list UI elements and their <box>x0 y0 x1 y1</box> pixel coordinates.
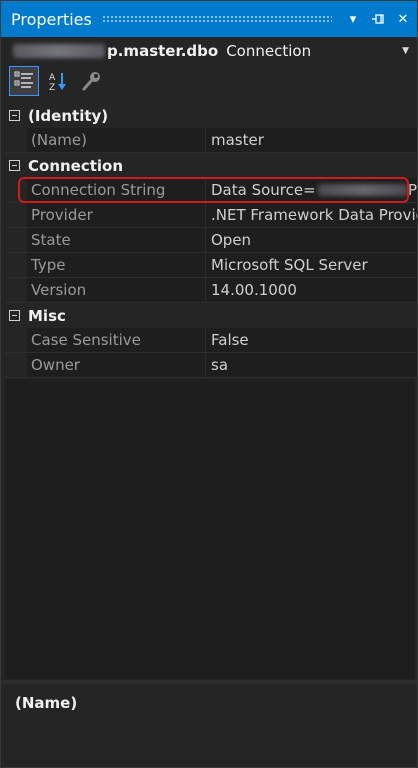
property-name: Case Sensitive <box>27 328 206 352</box>
redacted-server-name <box>13 44 105 58</box>
property-row-connection-string[interactable]: Connection String Data Source= P <box>5 178 417 203</box>
property-name: Connection String <box>27 178 206 202</box>
row-gutter <box>5 128 27 152</box>
close-icon[interactable]: ✕ <box>392 8 414 30</box>
object-name: p.master.dbo <box>107 42 219 60</box>
properties-window: Properties ▾ ✕ p.master.dbo Connection ▼ <box>0 0 418 768</box>
wrench-icon[interactable] <box>77 66 107 96</box>
property-grid: (Identity) (Name) master Connection Conn… <box>5 103 417 378</box>
row-gutter <box>5 228 27 252</box>
description-panel: (Name) <box>5 684 415 764</box>
window-menu-dropdown-icon[interactable]: ▾ <box>342 8 364 30</box>
category-label: (Identity) <box>28 106 109 125</box>
row-gutter <box>5 353 27 377</box>
property-name: Provider <box>27 203 206 227</box>
category-connection[interactable]: Connection <box>5 153 417 178</box>
property-name: (Name) <box>27 128 206 152</box>
grid-empty-area <box>5 379 415 679</box>
property-name: Type <box>27 253 206 277</box>
redacted-data-source <box>317 184 408 196</box>
row-gutter <box>5 328 27 352</box>
row-gutter <box>5 253 27 277</box>
property-value[interactable]: 14.00.1000 <box>206 278 417 302</box>
property-name: Owner <box>27 353 206 377</box>
properties-toolbar: A Z <box>5 65 415 97</box>
property-row-name[interactable]: (Name) master <box>5 128 417 153</box>
property-value[interactable]: sa <box>206 353 417 377</box>
category-label: Misc <box>28 306 66 325</box>
row-gutter <box>5 203 27 227</box>
connection-string-suffix: P <box>407 181 417 199</box>
categorized-view-icon[interactable] <box>9 66 39 96</box>
property-row-owner[interactable]: Owner sa <box>5 353 417 378</box>
chevron-down-icon[interactable]: ▼ <box>402 46 409 56</box>
connection-string-prefix: Data Source= <box>211 181 316 199</box>
svg-text:A: A <box>49 73 56 83</box>
property-value[interactable]: Microsoft SQL Server <box>206 253 417 277</box>
property-row-provider[interactable]: Provider .NET Framework Data Provid <box>5 203 417 228</box>
property-value[interactable]: .NET Framework Data Provid <box>206 203 417 227</box>
category-identity[interactable]: (Identity) <box>5 103 417 128</box>
row-gutter <box>5 278 27 302</box>
property-value[interactable]: Open <box>206 228 417 252</box>
collapse-icon[interactable] <box>9 310 20 321</box>
collapse-icon[interactable] <box>9 110 20 121</box>
property-row-type[interactable]: Type Microsoft SQL Server <box>5 253 417 278</box>
property-row-version[interactable]: Version 14.00.1000 <box>5 278 417 303</box>
property-name: State <box>27 228 206 252</box>
window-title: Properties <box>11 9 92 29</box>
svg-text:Z: Z <box>49 83 55 92</box>
property-name: Version <box>27 278 206 302</box>
property-row-case-sensitive[interactable]: Case Sensitive False <box>5 328 417 353</box>
drag-grip[interactable] <box>101 15 332 23</box>
row-gutter <box>5 178 27 202</box>
property-value[interactable]: False <box>206 328 417 352</box>
collapse-icon[interactable] <box>9 160 20 171</box>
category-label: Connection <box>28 156 124 175</box>
category-misc[interactable]: Misc <box>5 303 417 328</box>
property-row-state[interactable]: State Open <box>5 228 417 253</box>
title-bar[interactable]: Properties ▾ ✕ <box>1 1 417 37</box>
pin-icon[interactable] <box>367 8 389 30</box>
property-value[interactable]: master <box>206 128 417 152</box>
alphabetical-sort-icon[interactable]: A Z <box>43 66 73 96</box>
object-selector[interactable]: p.master.dbo Connection ▼ <box>5 38 415 64</box>
property-value-connection-string[interactable]: Data Source= P <box>206 178 417 202</box>
description-title: (Name) <box>15 694 78 712</box>
object-type: Connection <box>226 42 312 60</box>
